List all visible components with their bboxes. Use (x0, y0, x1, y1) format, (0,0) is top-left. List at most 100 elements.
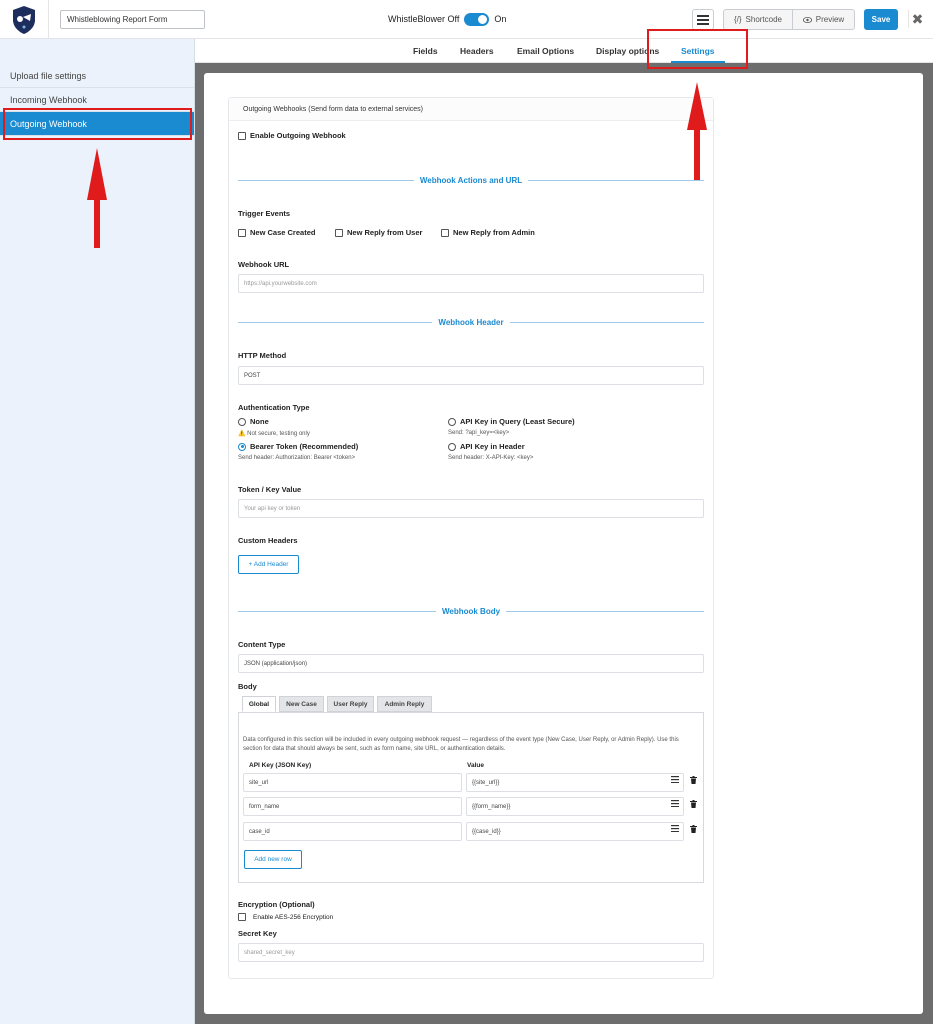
auth-header-key-hint: Send header: X-API-Key: <key> (448, 455, 534, 461)
trigger-new-reply-admin[interactable]: New Reply from Admin (441, 228, 535, 237)
encryption-option-label: Enable AES-256 Encryption (253, 913, 334, 921)
enable-webhook-option[interactable]: Enable Outgoing Webhook (238, 131, 346, 140)
trigger-events-label: Trigger Events (238, 209, 291, 218)
add-header-button[interactable]: + Add Header (238, 555, 299, 574)
sidebar-item-upload-file-settings[interactable]: Upload file settings (0, 64, 194, 88)
row-key-input[interactable]: case_id (243, 822, 462, 841)
auth-bearer-hint: Send header: Authorization: Bearer <toke… (238, 455, 356, 461)
auth-none-label: None (250, 417, 269, 426)
section-divider-actions: Webhook Actions and URL (238, 174, 705, 186)
auth-option-none[interactable]: None (238, 417, 269, 426)
body-tab-new-case[interactable]: New Case (279, 696, 324, 712)
tab-email-options[interactable]: Email Options (517, 39, 574, 63)
token-input[interactable]: Your api key or token (238, 499, 704, 518)
enable-webhook-checkbox[interactable] (238, 131, 246, 140)
whistleblower-toggle[interactable] (464, 12, 490, 26)
trigger-new-reply-admin-checkbox[interactable] (441, 228, 449, 237)
section-title-header: Webhook Header (438, 317, 504, 327)
section-title-body: Webhook Body (441, 606, 501, 616)
http-method-select[interactable]: POST (238, 366, 704, 385)
shortcode-button[interactable]: {/} Shortcode (724, 10, 793, 29)
top-bar: Whistleblowing Report Form WhistleBlower… (0, 0, 933, 39)
auth-query-hint: Send: ?api_key=<key> (448, 430, 510, 436)
auth-query-label: API Key in Query (Least Secure) (460, 417, 575, 426)
whistleblower-toggle-group: WhistleBlower Off On (388, 12, 506, 26)
annotation-box-outgoing-webhook (3, 108, 192, 140)
auth-type-label: Authentication Type (238, 403, 310, 412)
encryption-label: Encryption (Optional) (238, 900, 315, 909)
card-header: Outgoing Webhooks (Send form data to ext… (229, 98, 713, 121)
auth-option-query[interactable]: API Key in Query (Least Secure) (448, 417, 575, 426)
auth-none-hint: ⚠️ Not secure, testing only (238, 431, 310, 437)
secret-key-input[interactable]: shared_secret_key (238, 943, 704, 962)
secret-key-label: Secret Key (238, 929, 277, 938)
toggle-on-label: On (494, 14, 507, 24)
row-menu-icon[interactable] (671, 800, 679, 809)
auth-none-radio[interactable] (238, 417, 246, 426)
trigger-new-case-label: New Case Created (250, 228, 316, 237)
toggle-off-label: WhistleBlower Off (388, 14, 460, 24)
editor-tabs: Fields Headers Email Options Display opt… (195, 39, 933, 63)
app-logo[interactable] (0, 0, 49, 39)
close-icon[interactable]: ✖ (908, 10, 926, 28)
code-icon: {/} (733, 15, 742, 24)
hamburger-icon (697, 14, 709, 25)
shortcode-label: Shortcode (745, 15, 782, 24)
trigger-new-case[interactable]: New Case Created (238, 228, 315, 237)
body-tab-global[interactable]: Global (242, 696, 276, 712)
eye-icon (802, 16, 812, 23)
add-row-button[interactable]: Add new row (244, 850, 302, 869)
preview-button[interactable]: Preview (793, 10, 854, 29)
annotation-box-settings-tab (647, 29, 748, 69)
row-menu-icon[interactable] (671, 776, 679, 785)
row-key-input[interactable]: site_url (243, 773, 462, 792)
body-tab-user-reply[interactable]: User Reply (327, 696, 374, 712)
trigger-new-reply-admin-label: New Reply from Admin (453, 228, 535, 237)
content-type-label: Content Type (238, 640, 286, 649)
row-value-input[interactable]: {{case_id}} (466, 822, 684, 841)
auth-bearer-label: Bearer Token (Recommended) (250, 442, 359, 451)
custom-headers-label: Custom Headers (238, 536, 298, 545)
section-divider-body: Webhook Body (238, 605, 705, 617)
trigger-new-reply-user-checkbox[interactable] (335, 228, 343, 237)
row-menu-icon[interactable] (671, 825, 679, 834)
preview-label: Preview (815, 15, 845, 24)
tab-fields[interactable]: Fields (413, 39, 438, 63)
delete-row-icon[interactable] (690, 825, 697, 835)
shield-logo-icon (13, 5, 35, 34)
webhook-url-label: Webhook URL (238, 260, 290, 269)
form-name-input[interactable]: Whistleblowing Report Form (60, 10, 205, 29)
auth-query-radio[interactable] (448, 417, 456, 426)
section-title-actions: Webhook Actions and URL (419, 175, 523, 185)
menu-button[interactable] (692, 9, 714, 30)
webhook-url-input[interactable]: https://api.yourwebsite.com (238, 274, 704, 293)
trigger-new-reply-user[interactable]: New Reply from User (335, 228, 422, 237)
section-divider-header: Webhook Header (238, 316, 705, 328)
auth-bearer-radio[interactable] (238, 442, 246, 451)
delete-row-icon[interactable] (690, 800, 697, 810)
http-method-label: HTTP Method (238, 351, 287, 360)
auth-header-key-label: API Key in Header (460, 442, 525, 451)
col-value-header: Value (467, 762, 484, 769)
auth-option-bearer[interactable]: Bearer Token (Recommended) (238, 442, 358, 451)
token-label: Token / Key Value (238, 485, 302, 494)
row-value-input[interactable]: {{form_name}} (466, 797, 684, 816)
auth-option-header-key[interactable]: API Key in Header (448, 442, 525, 451)
body-description: Data configured in this section will be … (243, 737, 679, 752)
col-key-header: API Key (JSON Key) (249, 762, 312, 769)
body-tab-admin-reply[interactable]: Admin Reply (377, 696, 432, 712)
annotation-arrow-up-icon (87, 148, 107, 248)
tab-headers[interactable]: Headers (460, 39, 494, 63)
annotation-arrow-up-icon (687, 82, 707, 180)
trigger-new-case-checkbox[interactable] (238, 228, 246, 237)
shortcode-preview-group: {/} Shortcode Preview (723, 9, 855, 30)
row-key-input[interactable]: form_name (243, 797, 462, 816)
delete-row-icon[interactable] (690, 776, 697, 786)
auth-header-key-radio[interactable] (448, 442, 456, 451)
save-button[interactable]: Save (864, 9, 898, 30)
row-value-input[interactable]: {{site_url}} (466, 773, 684, 792)
encryption-option[interactable]: Enable AES-256 Encryption (238, 913, 333, 921)
trigger-new-reply-user-label: New Reply from User (347, 228, 423, 237)
encryption-checkbox[interactable] (238, 913, 246, 921)
content-type-select[interactable]: JSON (application/json) (238, 654, 704, 673)
